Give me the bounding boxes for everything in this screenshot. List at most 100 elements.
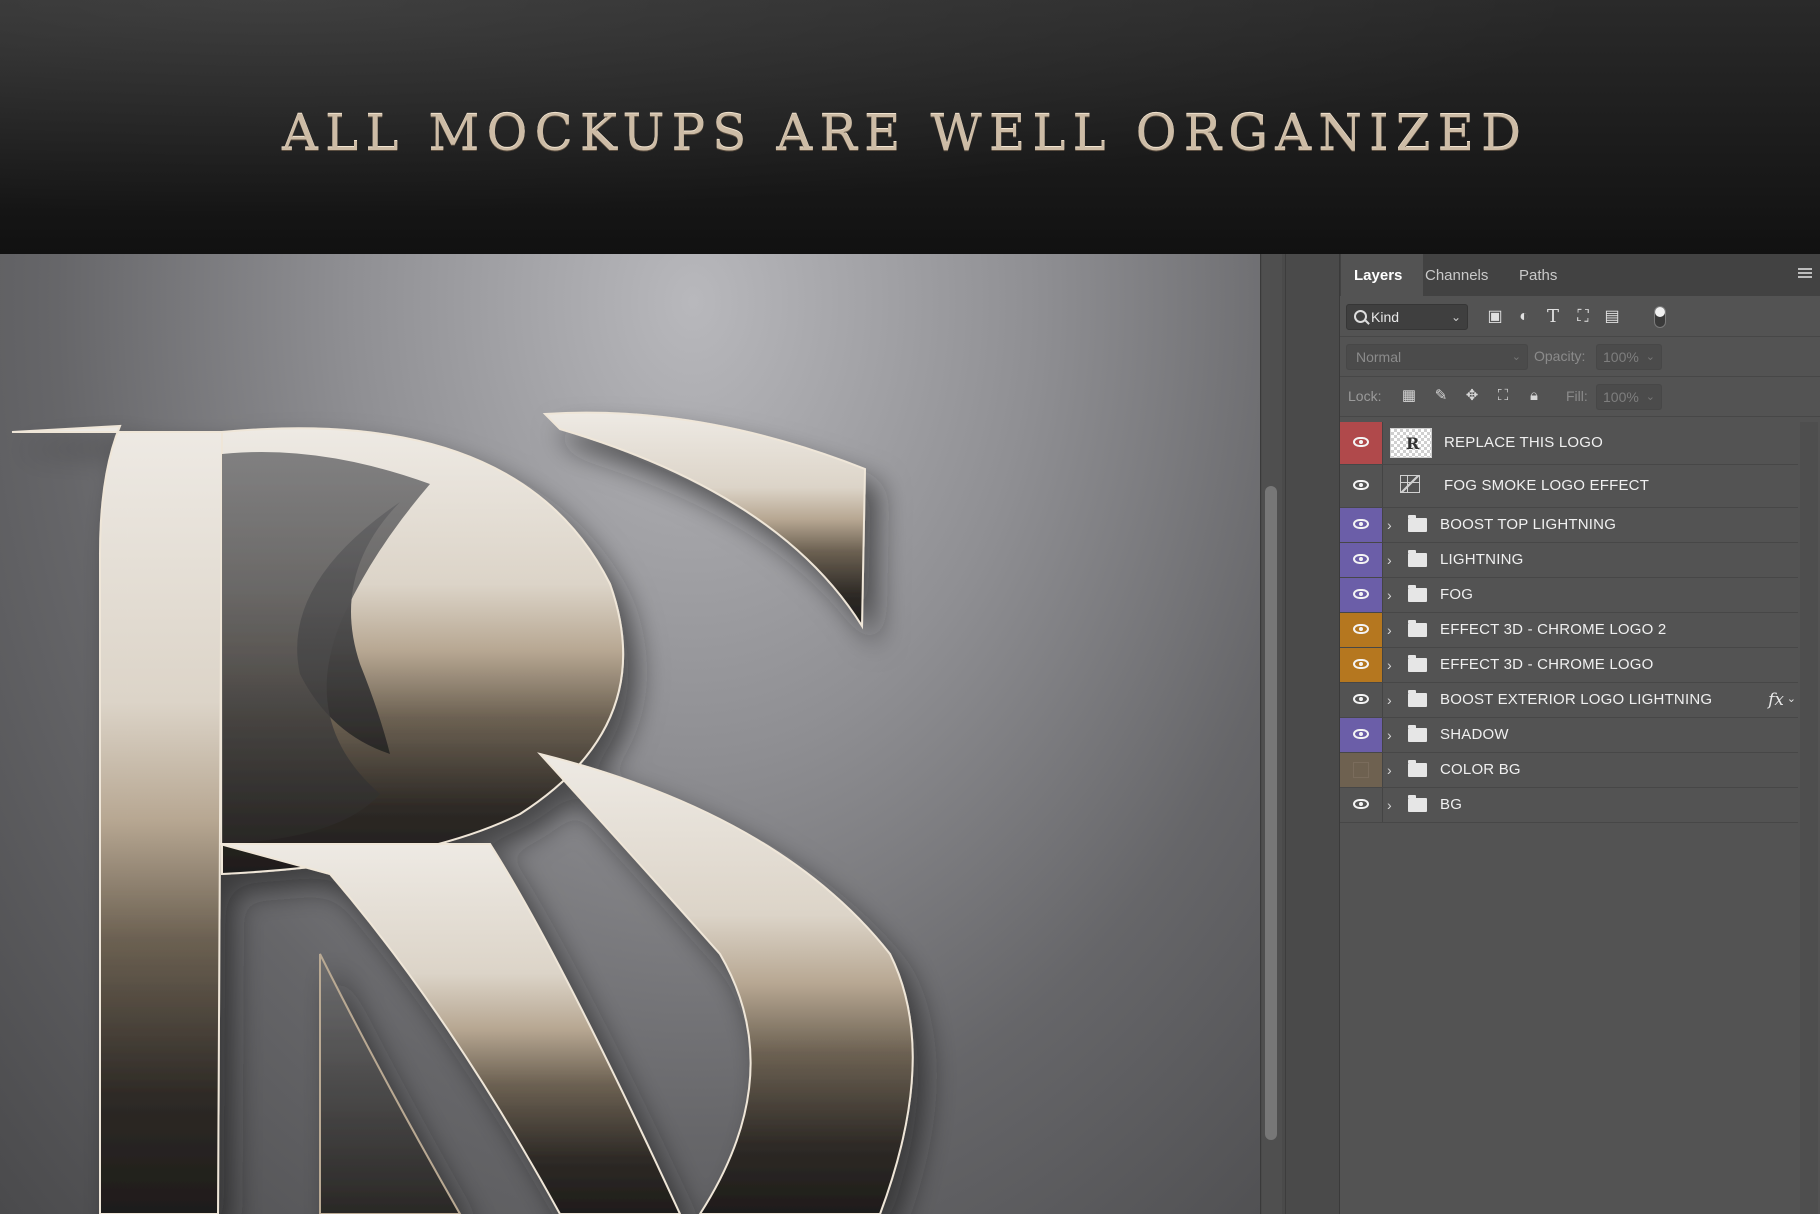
layers-scrollbar[interactable] — [1800, 422, 1818, 1214]
layer-row[interactable]: R REPLACE THIS LOGO — [1340, 422, 1798, 465]
monogram-artwork — [11, 411, 914, 1214]
visibility-toggle[interactable] — [1340, 543, 1383, 577]
visibility-toggle[interactable] — [1340, 508, 1383, 542]
layer-row[interactable]: › BOOST TOP LIGHTNING — [1340, 508, 1798, 543]
folder-icon — [1408, 690, 1427, 707]
lock-label: Lock: — [1348, 388, 1382, 404]
layer-name: LIGHTNING — [1440, 551, 1524, 568]
search-icon — [1354, 310, 1367, 323]
eye-icon — [1353, 519, 1369, 529]
eye-icon — [1353, 659, 1369, 669]
chevron-right-icon[interactable]: › — [1387, 516, 1392, 534]
filter-kind-select[interactable]: Kind ⌄ — [1346, 304, 1468, 330]
visibility-toggle[interactable] — [1340, 465, 1383, 507]
eye-icon — [1353, 554, 1369, 564]
layer-row[interactable]: › LIGHTNING — [1340, 543, 1798, 578]
chevron-right-icon[interactable]: › — [1387, 621, 1392, 639]
visibility-toggle[interactable] — [1340, 683, 1383, 717]
fill-label: Fill: — [1566, 388, 1588, 404]
layer-row[interactable]: › COLOR BG — [1340, 753, 1798, 788]
eye-icon — [1353, 480, 1369, 490]
chevron-right-icon[interactable]: › — [1387, 691, 1392, 709]
canvas-scroll-thumb[interactable] — [1265, 486, 1277, 1140]
layer-name: REPLACE THIS LOGO — [1444, 434, 1604, 451]
opacity-label: Opacity: — [1534, 348, 1586, 364]
visibility-toggle[interactable] — [1340, 613, 1383, 647]
layer-name: COLOR BG — [1440, 761, 1521, 778]
adjustment-filter-icon[interactable]: ◐ — [1515, 308, 1533, 326]
visibility-toggle[interactable] — [1340, 753, 1383, 787]
chevron-right-icon[interactable]: › — [1387, 551, 1392, 569]
lock-artboard-icon[interactable]: ⛶ — [1494, 387, 1512, 405]
layer-row[interactable]: › EFFECT 3D - CHROME LOGO — [1340, 648, 1798, 683]
visibility-toggle[interactable] — [1340, 788, 1383, 822]
gutter-divider — [1285, 254, 1286, 1214]
type-filter-icon[interactable]: T — [1544, 308, 1562, 326]
layer-effects-icon[interactable]: fx — [1768, 690, 1784, 710]
layer-row[interactable]: › BOOST EXTERIOR LOGO LIGHTNING fx ⌄ — [1340, 683, 1798, 718]
layer-name: BOOST EXTERIOR LOGO LIGHTNING — [1440, 691, 1713, 708]
chevron-right-icon[interactable]: › — [1387, 726, 1392, 744]
tab-layers[interactable]: Layers — [1341, 254, 1423, 296]
tab-paths[interactable]: Paths — [1506, 254, 1570, 296]
folder-icon — [1408, 725, 1427, 742]
filter-kind-label: Kind — [1371, 309, 1400, 325]
layer-name: SHADOW — [1440, 726, 1509, 743]
panel-menu-icon[interactable] — [1798, 268, 1812, 280]
visibility-toggle[interactable] — [1340, 578, 1383, 612]
folder-icon — [1408, 515, 1427, 532]
lock-row: Lock: ▦ ✎ ✥ ⛶ 🔒︎ Fill: 100% ⌄ — [1340, 376, 1820, 417]
blend-mode-select[interactable]: Normal ⌄ — [1346, 344, 1528, 370]
layer-row[interactable]: › BG — [1340, 788, 1798, 823]
layer-row[interactable]: FOG SMOKE LOGO EFFECT — [1340, 465, 1798, 508]
monogram-letters — [11, 411, 914, 1214]
eye-icon — [1353, 799, 1369, 809]
layer-name: EFFECT 3D - CHROME LOGO 2 — [1440, 621, 1667, 638]
lock-all-icon[interactable]: 🔒︎ — [1525, 387, 1543, 405]
hidden-visibility-box — [1353, 762, 1369, 778]
eye-icon — [1353, 729, 1369, 739]
chevron-down-icon: ⌄ — [1450, 310, 1461, 324]
chevron-right-icon[interactable]: › — [1387, 796, 1392, 814]
image-filter-icon[interactable]: ▣ — [1486, 308, 1504, 326]
visibility-toggle[interactable] — [1340, 422, 1383, 464]
chevron-down-icon: ⌄ — [1645, 391, 1655, 403]
document-canvas[interactable] — [0, 254, 1260, 1214]
chevron-right-icon[interactable]: › — [1387, 656, 1392, 674]
layer-row[interactable]: › FOG — [1340, 578, 1798, 613]
folder-icon — [1408, 760, 1427, 777]
folder-icon — [1408, 550, 1427, 567]
smart-object-filter-icon[interactable]: ▤ — [1603, 308, 1621, 326]
curves-adjustment-icon — [1400, 475, 1420, 493]
folder-icon — [1408, 585, 1427, 602]
opacity-value: 100% — [1603, 349, 1639, 365]
chevron-right-icon[interactable]: › — [1387, 586, 1392, 604]
lock-brush-icon[interactable]: ✎ — [1432, 387, 1450, 405]
eye-icon — [1353, 437, 1369, 447]
layer-row[interactable]: › SHADOW — [1340, 718, 1798, 753]
tab-channels[interactable]: Channels — [1412, 254, 1501, 296]
layer-name: BG — [1440, 796, 1463, 813]
banner-title: ALL MOCKUPS ARE WELL ORGANIZED — [281, 104, 1529, 162]
panel-tabs: Layers Channels Paths — [1340, 254, 1820, 296]
folder-icon — [1408, 655, 1427, 672]
lock-transparent-icon[interactable]: ▦ — [1400, 387, 1418, 405]
eye-icon — [1353, 624, 1369, 634]
layer-name: FOG SMOKE LOGO EFFECT — [1444, 477, 1650, 494]
lock-move-icon[interactable]: ✥ — [1463, 387, 1481, 405]
chevron-down-icon[interactable]: ⌄ — [1787, 692, 1796, 705]
visibility-toggle[interactable] — [1340, 718, 1383, 752]
visibility-toggle[interactable] — [1340, 648, 1383, 682]
eye-icon — [1353, 589, 1369, 599]
layer-filter-bar: Kind ⌄ ▣ ◐ T ⛶ ▤ — [1340, 296, 1820, 337]
eye-icon — [1353, 694, 1369, 704]
layer-row[interactable]: › EFFECT 3D - CHROME LOGO 2 — [1340, 613, 1798, 648]
shape-filter-icon[interactable]: ⛶ — [1574, 308, 1592, 326]
layer-name: BOOST TOP LIGHTNING — [1440, 516, 1617, 533]
fill-field[interactable]: 100% ⌄ — [1596, 384, 1662, 410]
chevron-right-icon[interactable]: › — [1387, 761, 1392, 779]
blend-mode-value: Normal — [1356, 349, 1402, 365]
chevron-down-icon: ⌄ — [1511, 351, 1521, 363]
filter-toggle[interactable] — [1654, 306, 1666, 328]
opacity-field[interactable]: 100% ⌄ — [1596, 344, 1662, 370]
